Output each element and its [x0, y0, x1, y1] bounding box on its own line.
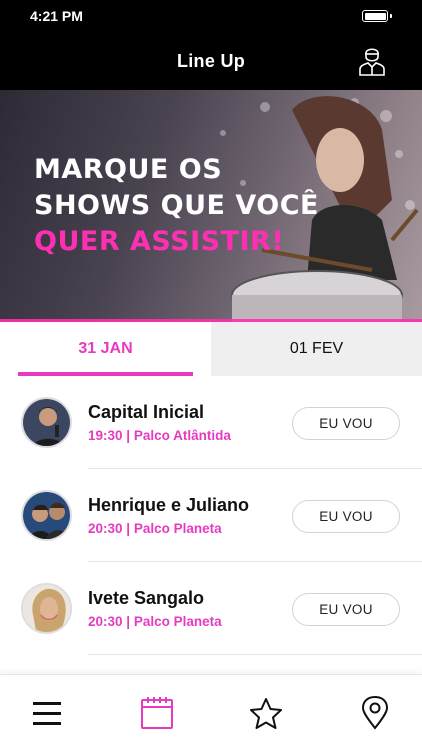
eu-vou-button[interactable]: EU VOU — [292, 500, 400, 533]
artist-name: Capital Inicial — [88, 402, 205, 422]
eu-vou-button[interactable]: EU VOU — [292, 407, 400, 440]
hero-line-1: MARQUE OS — [34, 154, 223, 185]
battery-icon — [362, 10, 392, 22]
tab-01-fev[interactable]: 01 FEV — [211, 322, 422, 376]
show-time: 20:30 — [88, 521, 123, 536]
avatar — [21, 490, 72, 541]
show-info: 20:30 | Palco Planeta — [88, 614, 222, 629]
show-info: 19:30 | Palco Atlântida — [88, 428, 231, 443]
show-time: 19:30 — [88, 428, 123, 443]
top-nav-bar: Line Up — [0, 32, 422, 90]
nav-calendar[interactable] — [139, 695, 175, 731]
profile-button[interactable] — [358, 44, 386, 76]
list-item: Ivete Sangalo 20:30 | Palco Planeta EU V… — [0, 562, 422, 655]
info-separator: | — [126, 614, 131, 629]
show-stage: Palco Planeta — [133, 521, 222, 536]
info-separator: | — [126, 428, 131, 443]
list-item: Capital Inicial 19:30 | Palco Atlântida … — [0, 376, 422, 469]
hero-line-3: QUER ASSISTIR! — [34, 226, 285, 257]
row-divider — [88, 654, 422, 655]
star-icon — [250, 698, 282, 729]
map-pin-icon — [361, 695, 389, 730]
avatar — [21, 583, 72, 634]
artist-name: Henrique e Juliano — [88, 495, 250, 515]
nav-favorites[interactable] — [248, 695, 284, 731]
show-time: 20:30 — [88, 614, 123, 629]
status-time: 4:21 PM — [30, 8, 83, 24]
list-item: Henrique e Juliano 20:30 | Palco Planeta… — [0, 469, 422, 562]
hero-headline: MARQUE OS SHOWS QUE VOCÊ QUER ASSISTIR! — [34, 152, 319, 260]
bottom-tab-bar — [0, 674, 422, 750]
nav-menu[interactable] — [29, 695, 65, 731]
show-stage: Palco Planeta — [133, 614, 222, 629]
user-icon — [359, 48, 385, 76]
hero-line-2: SHOWS QUE VOCÊ — [34, 190, 319, 221]
calendar-icon — [141, 697, 173, 729]
menu-icon — [33, 702, 61, 725]
artist-name: Ivete Sangalo — [88, 588, 205, 608]
show-info: 20:30 | Palco Planeta — [88, 521, 222, 536]
info-separator: | — [126, 521, 131, 536]
avatar — [21, 397, 72, 448]
eu-vou-button[interactable]: EU VOU — [292, 593, 400, 626]
tab-31-jan[interactable]: 31 JAN — [0, 322, 211, 376]
date-tabs: 31 JAN 01 FEV — [0, 322, 422, 376]
show-stage: Palco Atlântida — [133, 428, 231, 443]
show-list: Capital Inicial 19:30 | Palco Atlântida … — [0, 376, 422, 655]
hero-banner: MARQUE OS SHOWS QUE VOCÊ QUER ASSISTIR! — [0, 90, 422, 322]
status-bar: 4:21 PM — [0, 0, 422, 32]
nav-map[interactable] — [357, 695, 393, 731]
